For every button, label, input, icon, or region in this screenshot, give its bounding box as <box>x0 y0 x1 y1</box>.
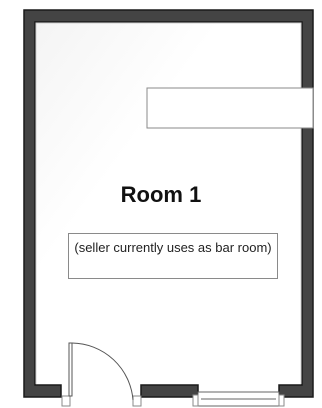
window-sill-right <box>278 394 285 407</box>
room-title: Room 1 <box>120 182 202 207</box>
door-jamb-left <box>61 395 71 407</box>
door-leaf <box>68 342 73 397</box>
door-jamb-right <box>132 395 142 407</box>
bar-counter <box>146 87 314 129</box>
window-sill-left <box>192 394 199 407</box>
room-note: (seller currently uses as bar room) <box>68 233 278 279</box>
wall-segment-middle <box>140 384 199 398</box>
